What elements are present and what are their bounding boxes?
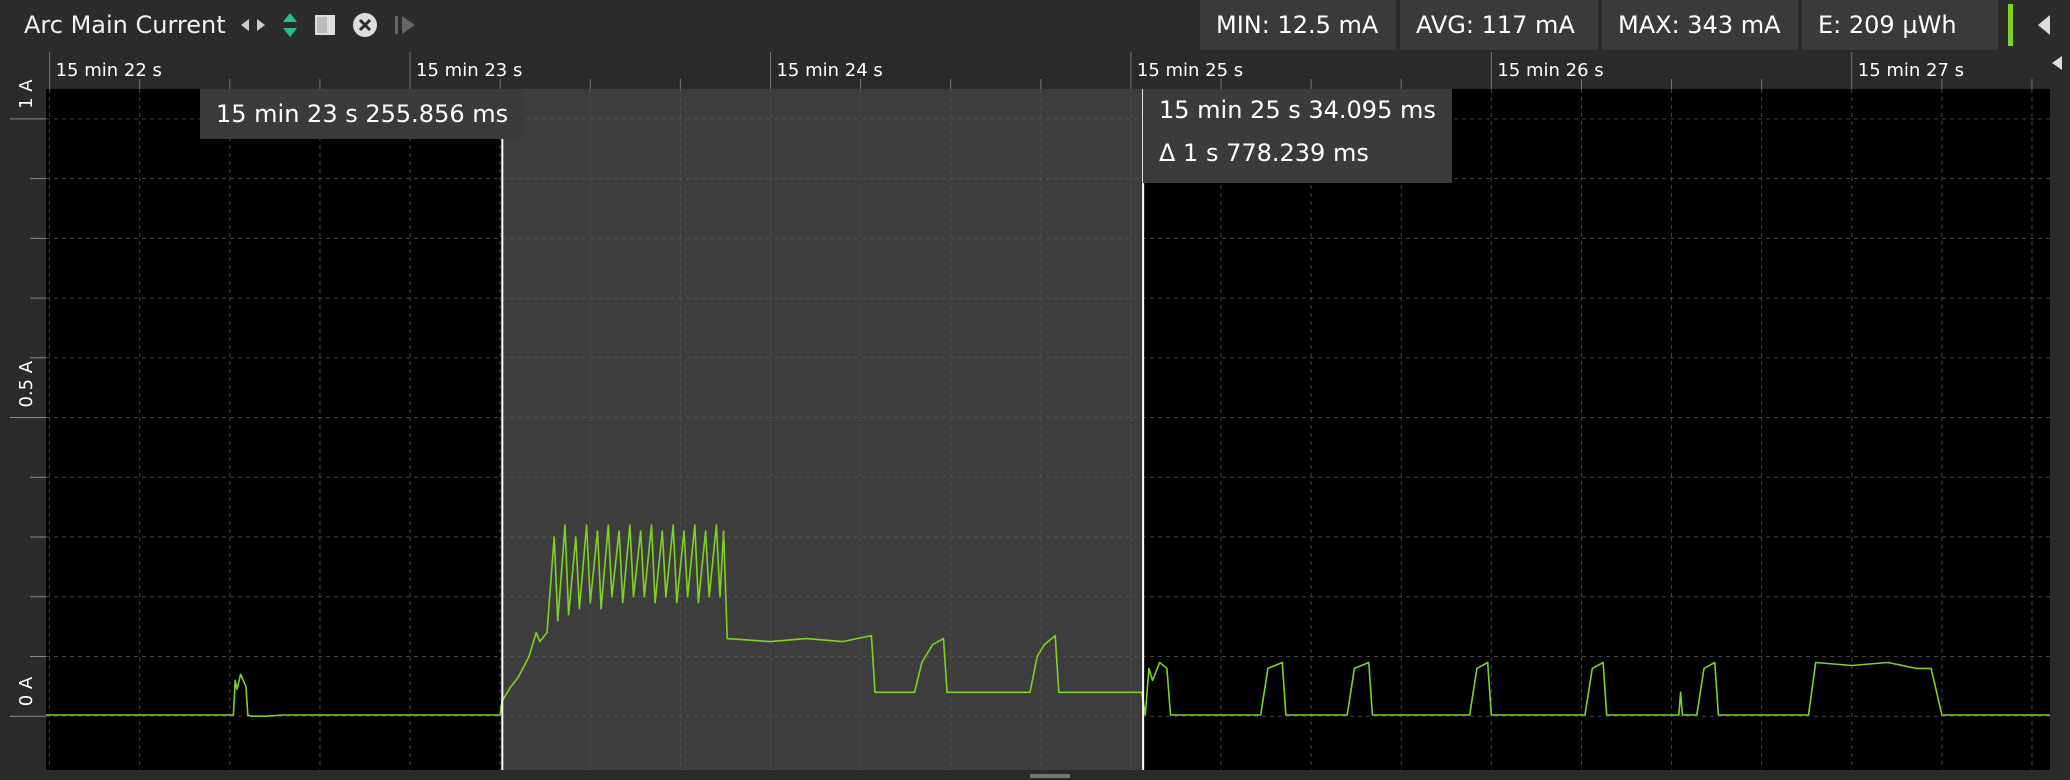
cursor-delta: Δ 1 s 778.239 ms [1159,139,1369,167]
x-tick-label: 15 min 24 s [776,60,882,81]
time-ruler: 15 min 22 s 15 min 23 s 15 min 24 s 15 min … [0,50,2070,89]
ruler-background [0,50,2070,89]
left-cursor-time: 15 min 23 s 255.856 ms [216,100,509,128]
y-tick-label: 0.5 A [16,360,37,407]
x-tick-label: 15 min 25 s [1137,60,1243,81]
y-tick-label: 1 A [16,79,37,109]
y-axis: 0 A 0.5 A 1 A [0,79,46,770]
x-tick-label: 15 min 27 s [1858,60,1964,81]
x-tick-label: 15 min 26 s [1497,60,1603,81]
x-tick-label: 15 min 22 s [56,60,162,81]
left-cursor-readout: 15 min 23 s 255.856 ms [200,89,525,139]
scroll-handle[interactable] [1030,774,1070,778]
y-tick-label: 0 A [16,676,37,706]
cursor-selection[interactable] [502,89,1144,770]
y-axis-background [0,89,46,770]
x-tick-label: 15 min 23 s [416,60,522,81]
right-cursor-readout: 15 min 25 s 34.095 ms Δ 1 s 778.239 ms [1143,89,1452,183]
right-cursor-time: 15 min 25 s 34.095 ms [1159,96,1436,124]
